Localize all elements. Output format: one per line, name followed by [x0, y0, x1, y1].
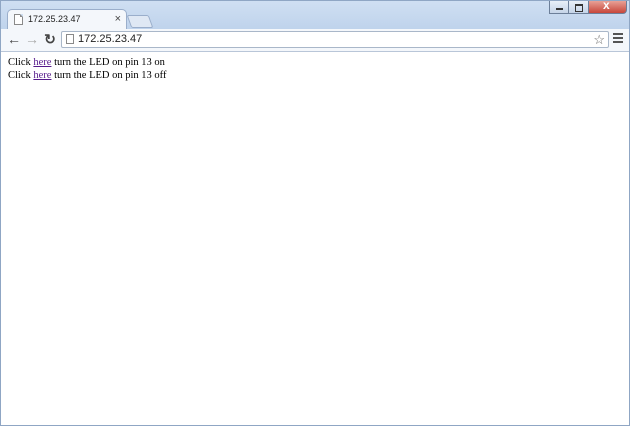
led-off-line: Click here turn the LED on pin 13 off	[8, 69, 166, 82]
browser-window: 172.25.23.47 × ← → ↻ 172.25.23.47 ☆ Clic…	[0, 0, 630, 426]
led-on-link[interactable]: here	[33, 57, 51, 68]
close-window-button[interactable]	[589, 1, 627, 14]
forward-icon[interactable]: →	[24, 31, 40, 47]
tab-strip: 172.25.23.47 ×	[1, 1, 629, 29]
menu-bar-line	[613, 33, 623, 35]
page-content: Click here turn the LED on pin 13 on Cli…	[8, 56, 166, 82]
menu-bar-line	[613, 41, 623, 43]
page-icon	[14, 14, 23, 25]
line-suffix: turn the LED on pin 13 on	[51, 57, 165, 68]
tab-title: 172.25.23.47	[28, 14, 81, 24]
menu-icon[interactable]	[613, 33, 623, 45]
reload-icon[interactable]: ↻	[42, 31, 58, 47]
toolbar: ← → ↻ 172.25.23.47 ☆	[1, 29, 629, 52]
line-suffix: turn the LED on pin 13 off	[51, 70, 167, 81]
line-prefix: Click	[8, 57, 34, 68]
page-icon	[66, 34, 74, 44]
led-on-line: Click here turn the LED on pin 13 on	[8, 56, 166, 69]
led-off-link[interactable]: here	[33, 70, 51, 81]
tab-active[interactable]: 172.25.23.47 ×	[7, 9, 127, 29]
line-prefix: Click	[8, 70, 34, 81]
address-bar[interactable]: 172.25.23.47 ☆	[61, 31, 609, 48]
close-icon[interactable]: ×	[115, 12, 121, 26]
window-controls	[549, 1, 627, 15]
minimize-button[interactable]	[549, 1, 569, 14]
menu-bar-line	[613, 37, 623, 39]
url-text[interactable]: 172.25.23.47	[78, 33, 142, 45]
maximize-button[interactable]	[569, 1, 589, 14]
page-viewport: Click here turn the LED on pin 13 on Cli…	[1, 52, 629, 425]
new-tab-button[interactable]	[126, 15, 154, 28]
star-icon[interactable]: ☆	[593, 32, 605, 47]
back-icon[interactable]: ←	[6, 31, 22, 47]
